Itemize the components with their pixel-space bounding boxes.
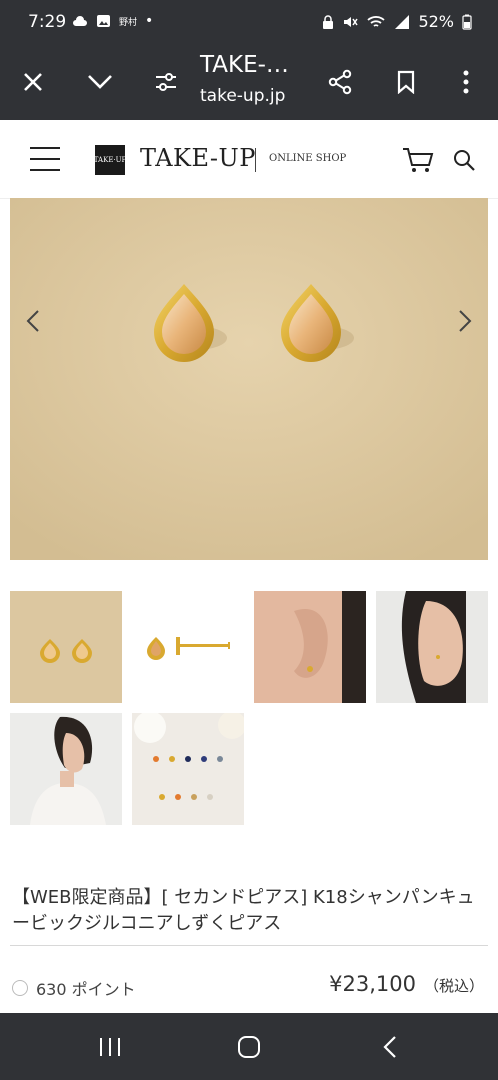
site-settings-button[interactable]: [146, 44, 186, 120]
arrow-left-icon: [26, 310, 39, 332]
home-icon: [238, 1035, 260, 1058]
browser-toolbar: TAKE-… take-up.jp: [0, 44, 498, 120]
battery-percent: 52%: [418, 12, 454, 31]
points-icon: [12, 980, 28, 996]
back-button[interactable]: [360, 1013, 420, 1080]
recents-button[interactable]: [80, 1013, 140, 1080]
logo-text: TAKE·UP: [93, 156, 127, 164]
signal-icon: [395, 14, 410, 29]
menu-button[interactable]: [28, 144, 62, 174]
brand-divider: [255, 148, 256, 172]
wifi-icon: [367, 15, 386, 27]
share-icon: [328, 69, 352, 95]
thumbnail-6[interactable]: [132, 713, 244, 825]
prev-image-button[interactable]: [18, 306, 48, 336]
search-icon: [454, 150, 475, 171]
battery-icon: [462, 14, 472, 30]
tune-icon: [156, 73, 176, 91]
product-main-image[interactable]: [10, 198, 488, 560]
bookmark-icon: [397, 70, 415, 94]
section-divider: [10, 945, 488, 946]
menu-icon: [30, 147, 60, 171]
search-button[interactable]: [452, 148, 476, 176]
thumbnail-4[interactable]: [376, 591, 488, 703]
page-url[interactable]: take-up.jp: [200, 86, 285, 106]
status-bar: 7:29 野村 • 52%: [0, 0, 498, 44]
brand-name[interactable]: TAKE-UP: [140, 144, 256, 172]
system-indicators: 52%: [322, 12, 472, 31]
cloud-icon: [73, 16, 87, 26]
price-value: ¥23,100: [329, 972, 416, 996]
thumbnail-1[interactable]: [10, 591, 122, 703]
close-button[interactable]: [13, 44, 53, 120]
price-info: ¥23,100 （税込）: [329, 972, 484, 996]
chevron-down-icon: [88, 75, 112, 89]
cart-icon: [403, 148, 434, 172]
earrings-image: [10, 198, 488, 560]
cart-button[interactable]: [402, 146, 434, 178]
thumbnail-3[interactable]: [254, 591, 366, 703]
thumbnail-5[interactable]: [10, 713, 122, 825]
brand-logo[interactable]: TAKE·UP: [93, 145, 127, 175]
notification-icons: 野村 •: [72, 13, 153, 29]
bookmark-button[interactable]: [386, 44, 426, 120]
image-icon: [97, 15, 110, 27]
back-icon: [383, 1035, 396, 1058]
more-options-button[interactable]: [446, 44, 486, 120]
page-title: TAKE-…: [200, 52, 289, 78]
next-image-button[interactable]: [450, 306, 480, 336]
more-vertical-icon: [463, 70, 469, 94]
tax-label: （税込）: [423, 977, 484, 995]
close-icon: [24, 73, 42, 91]
site-header: TAKE·UP TAKE-UP ONLINE SHOP: [0, 120, 498, 199]
carrier-label: 野村: [119, 17, 138, 28]
lock-icon: [323, 14, 334, 29]
system-navigation-bar: [0, 1013, 498, 1080]
mute-icon: [344, 16, 359, 27]
online-shop-label: ONLINE SHOP: [269, 153, 347, 164]
home-button[interactable]: [219, 1013, 279, 1080]
thumbnail-2[interactable]: [132, 591, 244, 703]
recents-icon: [100, 1037, 120, 1056]
product-title: 【WEB限定商品】[ セカンドピアス] K18シャンパンキュービックジルコニアし…: [12, 887, 475, 934]
arrow-right-icon: [459, 310, 472, 332]
points-info: 630 ポイント: [12, 976, 136, 1000]
collapse-button[interactable]: [80, 44, 120, 120]
dot-icon: •: [145, 13, 154, 29]
points-value: 630 ポイント: [36, 980, 136, 999]
status-time: 7:29: [28, 12, 67, 32]
share-button[interactable]: [320, 44, 360, 120]
